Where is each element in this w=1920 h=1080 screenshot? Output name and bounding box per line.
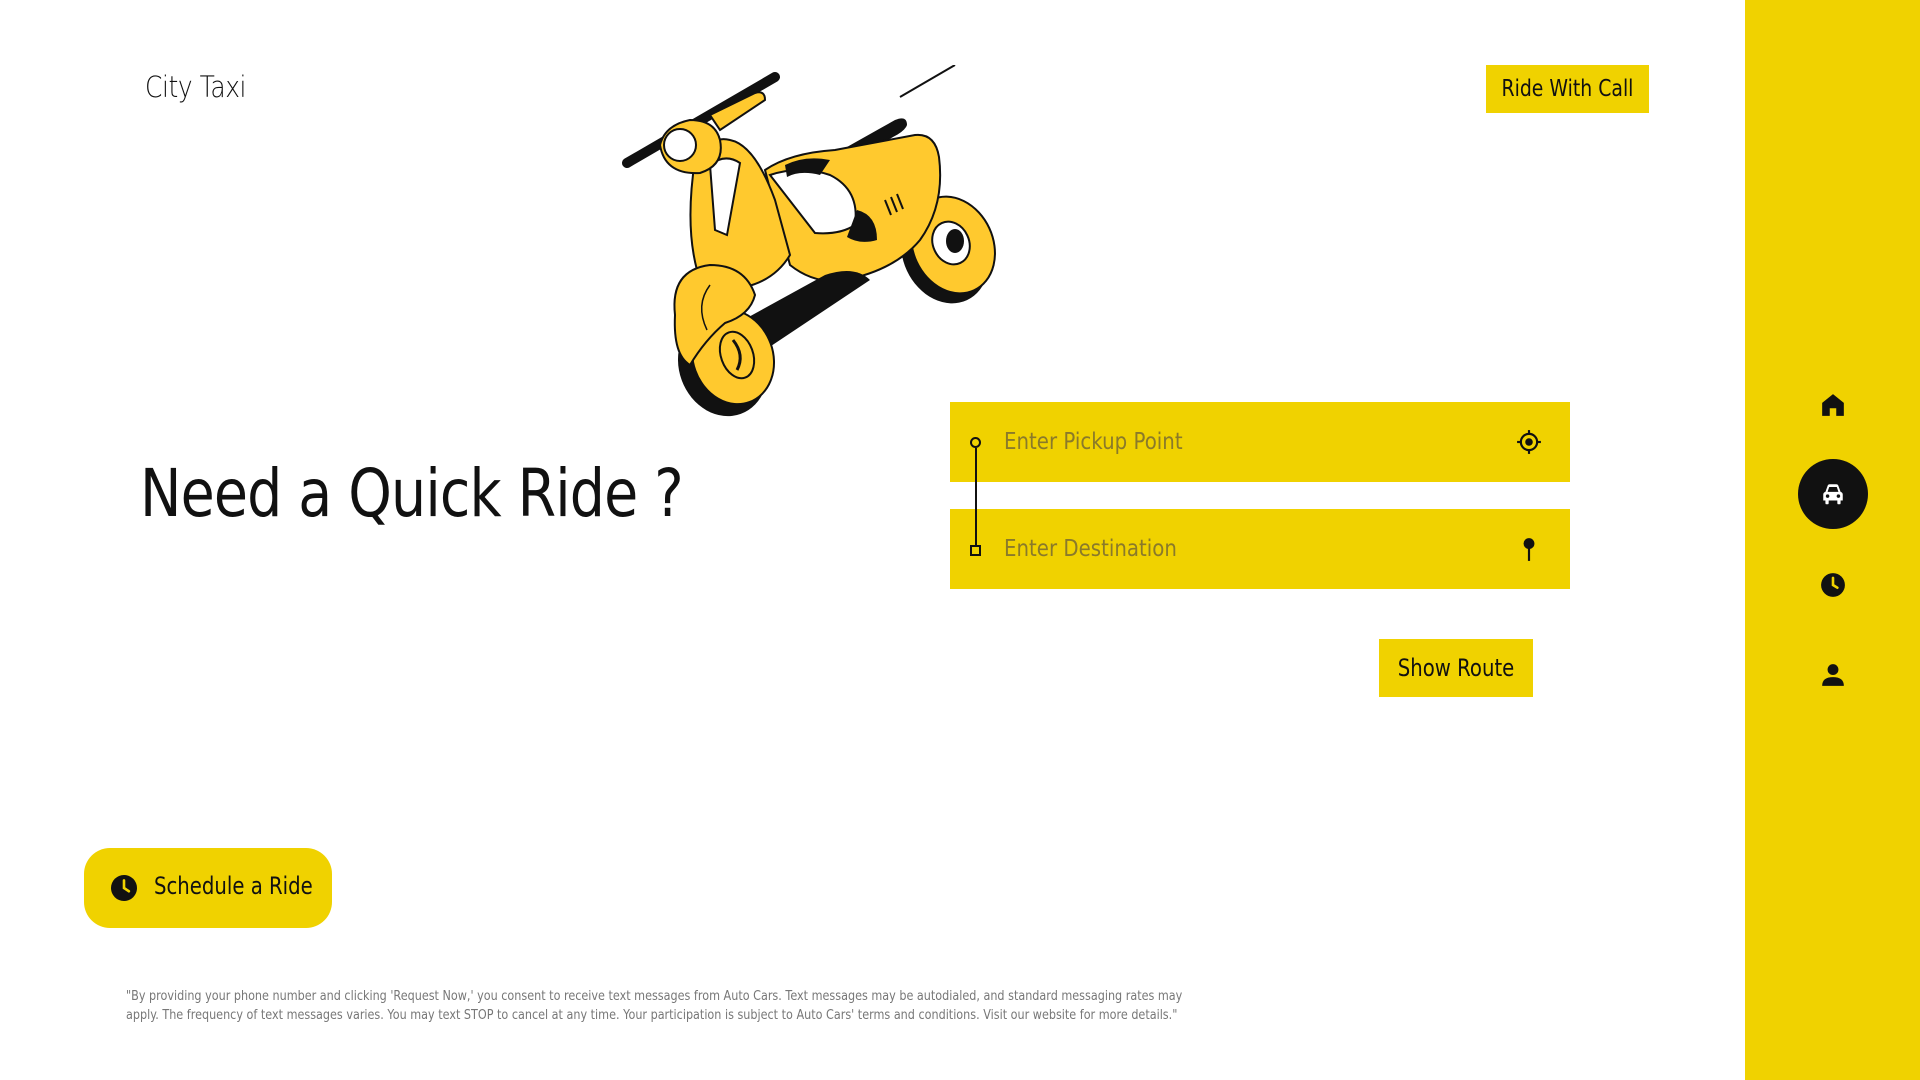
show-route-label: Show Route [1397, 654, 1515, 682]
schedule-ride-label: Schedule a Ride [154, 872, 313, 900]
sidebar-item-home[interactable] [1798, 370, 1868, 440]
destination-marker-icon [970, 545, 981, 556]
scooter-illustration [622, 65, 996, 417]
show-route-button[interactable]: Show Route [1379, 639, 1533, 697]
home-icon [1822, 394, 1844, 416]
destination-input[interactable] [1004, 529, 1417, 569]
ride-with-call-button[interactable]: Ride With Call [1486, 65, 1649, 113]
sidebar-item-ride[interactable] [1798, 459, 1868, 529]
pickup-input[interactable] [1004, 422, 1417, 462]
sidebar-nav [1745, 0, 1920, 1080]
sidebar-item-profile[interactable] [1798, 640, 1868, 710]
clock-icon [1821, 573, 1845, 597]
route-connector-line [975, 448, 977, 545]
locate-crosshair-icon[interactable] [1516, 429, 1542, 455]
car-icon [1823, 484, 1843, 505]
clock-icon [111, 875, 137, 901]
page-headline: Need a Quick Ride ? [140, 455, 684, 532]
pickup-marker-icon [970, 437, 981, 448]
user-icon [1822, 664, 1844, 686]
route-form [950, 402, 1570, 589]
sms-consent-disclaimer: "By providing your phone number and clic… [126, 988, 1183, 1023]
brand-logo-text: City Taxi [145, 70, 247, 104]
pin-icon [1523, 538, 1535, 561]
pickup-field[interactable] [950, 402, 1570, 482]
sidebar-item-history[interactable] [1798, 550, 1868, 620]
destination-field[interactable] [950, 509, 1570, 589]
ride-with-call-label: Ride With Call [1501, 76, 1634, 102]
schedule-ride-button[interactable]: Schedule a Ride [84, 848, 332, 928]
